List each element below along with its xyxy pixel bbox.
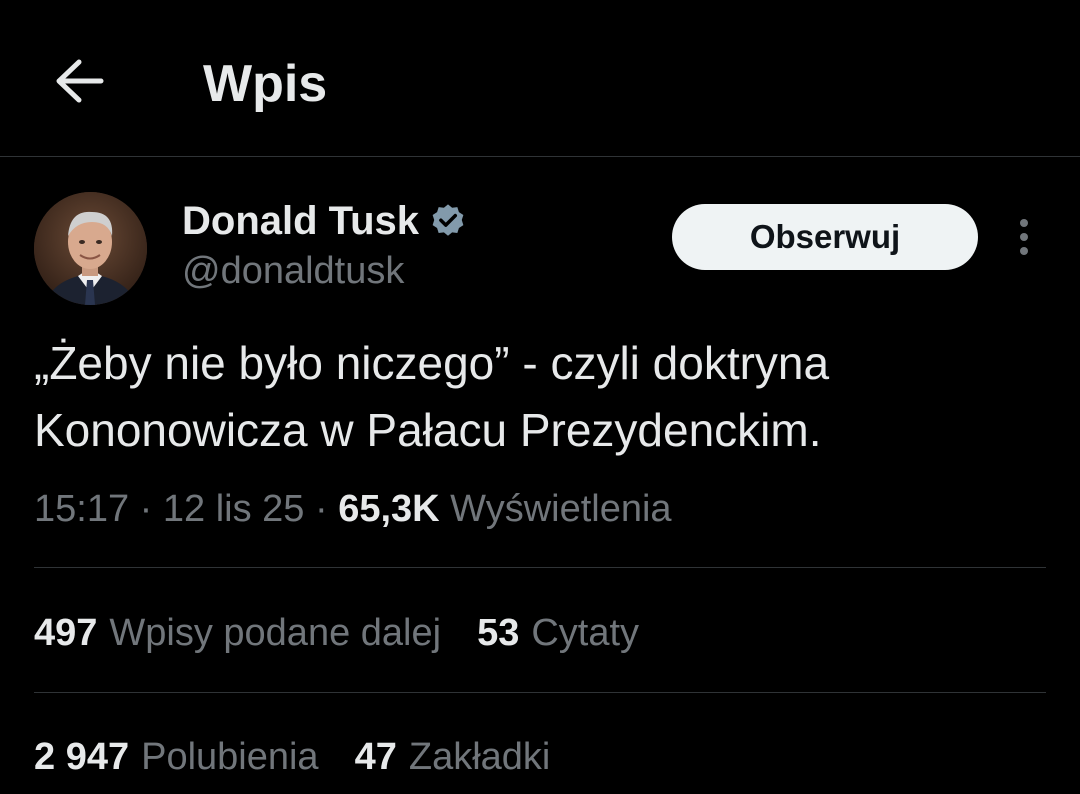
reposts-label: Wpisy podane dalej bbox=[109, 612, 442, 654]
quotes-stat[interactable]: 53 Cytaty bbox=[477, 608, 639, 658]
tweet-text-line: „Żeby nie było niczego” - czyli doktryna bbox=[34, 337, 830, 389]
top-bar: Wpis bbox=[0, 0, 1080, 157]
quotes-label: Cytaty bbox=[531, 612, 640, 654]
more-options-button[interactable] bbox=[1000, 212, 1048, 262]
verified-badge-icon bbox=[432, 204, 464, 236]
avatar-image bbox=[34, 192, 147, 305]
likes-label: Polubienia bbox=[141, 736, 319, 778]
author-handle[interactable]: @donaldtusk bbox=[182, 248, 404, 294]
author-name[interactable]: Donald Tusk bbox=[182, 196, 467, 246]
avatar[interactable] bbox=[34, 192, 147, 305]
bookmarks-count: 47 bbox=[354, 736, 397, 778]
likes-count: 2 947 bbox=[34, 736, 130, 778]
tweet-date[interactable]: 12 lis 25 bbox=[163, 488, 305, 530]
meta-separator: · bbox=[139, 488, 153, 530]
back-button[interactable] bbox=[48, 50, 110, 112]
more-vertical-icon bbox=[1020, 219, 1028, 255]
divider bbox=[34, 692, 1046, 693]
author-name-text: Donald Tusk bbox=[182, 199, 420, 243]
reposts-count: 497 bbox=[34, 612, 98, 654]
arrow-left-icon bbox=[56, 59, 104, 103]
views-count: 65,3K bbox=[338, 488, 440, 530]
follow-button[interactable]: Obserwuj bbox=[672, 204, 978, 270]
stats-row-shares: 497 Wpisy podane dalej 53 Cytaty bbox=[34, 608, 639, 658]
bookmarks-stat[interactable]: 47 Zakładki bbox=[355, 732, 551, 782]
tweet-text-line: Kononowicza w Pałacu Prezydenckim. bbox=[34, 404, 822, 456]
likes-stat[interactable]: 2 947 Polubienia bbox=[34, 732, 319, 782]
reposts-stat[interactable]: 497 Wpisy podane dalej bbox=[34, 608, 441, 658]
stats-row-likes: 2 947 Polubienia 47 Zakładki bbox=[34, 732, 550, 782]
tweet-text: „Żeby nie było niczego” - czyli doktryna… bbox=[34, 330, 1054, 464]
tweet-time[interactable]: 15:17 bbox=[34, 488, 129, 530]
page-title: Wpis bbox=[203, 55, 328, 113]
meta-separator: · bbox=[314, 488, 328, 530]
divider bbox=[34, 567, 1046, 568]
views-label: Wyświetlenia bbox=[450, 488, 672, 530]
bookmarks-label: Zakładki bbox=[408, 736, 551, 778]
tweet-meta: 15:17 · 12 lis 25 · 65,3K Wyświetlenia bbox=[34, 484, 672, 534]
quotes-count: 53 bbox=[477, 612, 520, 654]
